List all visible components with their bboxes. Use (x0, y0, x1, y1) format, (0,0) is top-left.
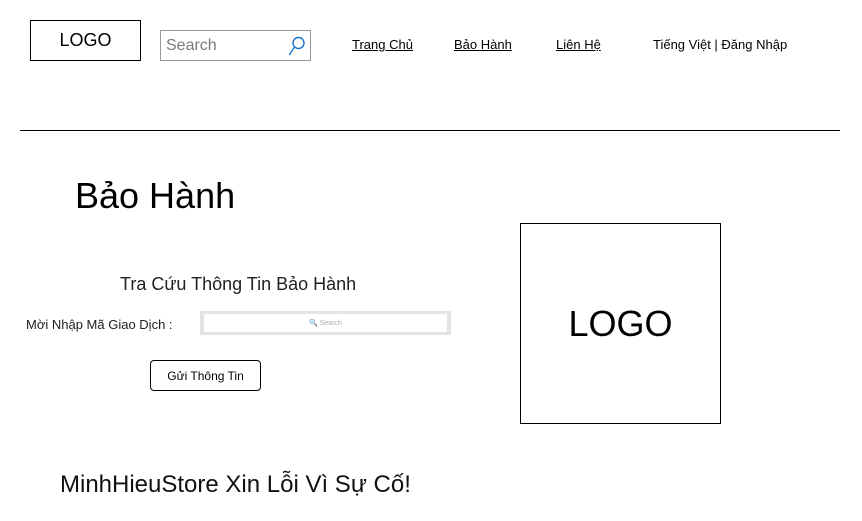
search-icon[interactable] (288, 36, 306, 56)
apology-message: MinhHieuStore Xin Lỗi Vì Sự Cố! (60, 471, 411, 498)
nav-link-warranty[interactable]: Bảo Hành (454, 37, 512, 52)
search-input[interactable] (161, 31, 286, 60)
header-divider (20, 130, 840, 131)
warranty-page: LOGO Trang Chủ Bảo Hành Liên Hệ Tiếng Vi… (0, 0, 862, 521)
language-login-link[interactable]: Tiếng Việt | Đăng Nhập (653, 37, 787, 52)
section-title: Tra Cứu Thông Tin Bảo Hành (120, 274, 357, 294)
submit-button[interactable]: Gửi Thông Tin (150, 360, 261, 391)
page-title: Bảo Hành (75, 175, 236, 216)
transaction-code-inner (204, 314, 447, 332)
header-search (160, 30, 311, 61)
transaction-code-label: Mời Nhập Mã Giao Dịch : (26, 317, 173, 332)
content-logo: LOGO (520, 223, 721, 424)
nav-link-home[interactable]: Trang Chủ (352, 37, 413, 52)
transaction-code-field (200, 311, 451, 335)
transaction-code-input[interactable] (204, 314, 447, 332)
nav-link-contact[interactable]: Liên Hệ (556, 37, 601, 52)
header-logo[interactable]: LOGO (30, 20, 141, 61)
